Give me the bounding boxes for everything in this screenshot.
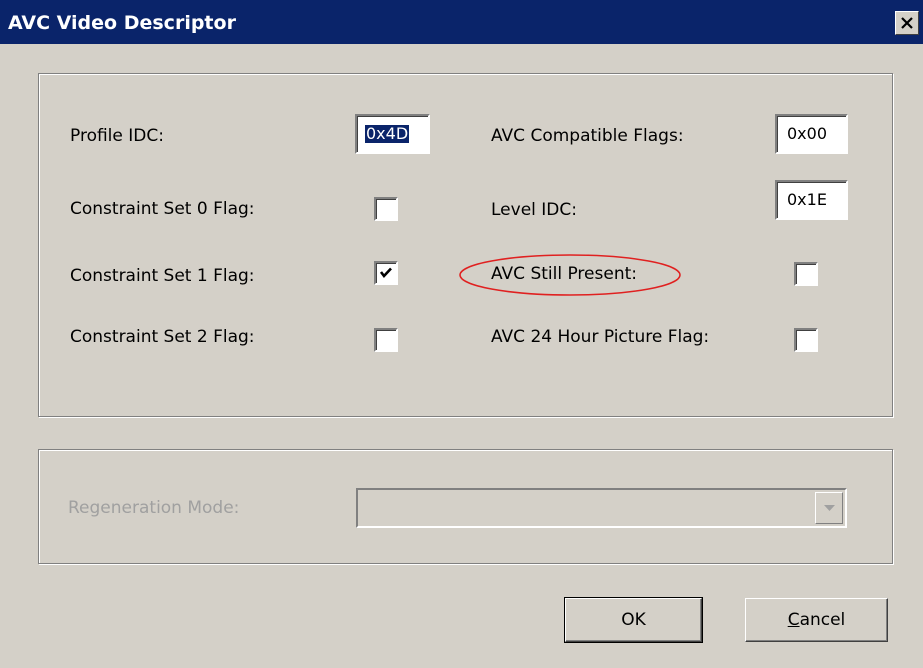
ok-button[interactable]: OK	[564, 597, 703, 643]
level-idc-field[interactable]: 0x1E	[775, 180, 848, 220]
level-idc-label: Level IDC:	[491, 200, 577, 220]
title-bar[interactable]: AVC Video Descriptor	[0, 0, 923, 44]
constraint-set-0-checkbox[interactable]	[374, 197, 398, 221]
avc-compatible-flags-label: AVC Compatible Flags:	[491, 126, 684, 146]
close-icon	[901, 17, 913, 29]
level-idc-value: 0x1E	[787, 190, 827, 209]
profile-idc-value: 0x4D	[365, 124, 410, 143]
window-title: AVC Video Descriptor	[8, 12, 236, 34]
avc-compatible-flags-value: 0x00	[787, 124, 828, 143]
dialog-window: AVC Video Descriptor Profile IDC: 0x4D A…	[0, 0, 923, 668]
checkmark-icon	[379, 267, 392, 279]
cancel-label: ancel	[799, 610, 846, 630]
close-button[interactable]	[895, 11, 919, 35]
regeneration-mode-label: Regeneration Mode:	[68, 498, 240, 518]
cancel-mnemonic: C	[787, 610, 800, 630]
descriptor-group	[38, 73, 893, 417]
chevron-down-icon	[824, 505, 835, 511]
profile-idc-field[interactable]: 0x4D	[355, 114, 430, 154]
avc-24-hour-picture-label: AVC 24 Hour Picture Flag:	[491, 327, 710, 347]
constraint-set-0-label: Constraint Set 0 Flag:	[70, 199, 255, 219]
avc-compatible-flags-field[interactable]: 0x00	[775, 114, 848, 154]
constraint-set-1-checkbox[interactable]	[374, 261, 398, 285]
cancel-button[interactable]: Cancel	[745, 598, 888, 642]
avc-still-present-checkbox[interactable]	[794, 262, 818, 286]
avc-24-hour-picture-checkbox[interactable]	[794, 328, 818, 352]
avc-still-present-label: AVC Still Present:	[491, 264, 637, 284]
constraint-set-1-label: Constraint Set 1 Flag:	[70, 266, 255, 286]
constraint-set-2-checkbox[interactable]	[374, 328, 398, 352]
dropdown-arrow-button[interactable]	[815, 492, 843, 524]
regeneration-mode-select[interactable]	[356, 488, 847, 528]
constraint-set-2-label: Constraint Set 2 Flag:	[70, 327, 255, 347]
profile-idc-label: Profile IDC:	[70, 126, 164, 146]
